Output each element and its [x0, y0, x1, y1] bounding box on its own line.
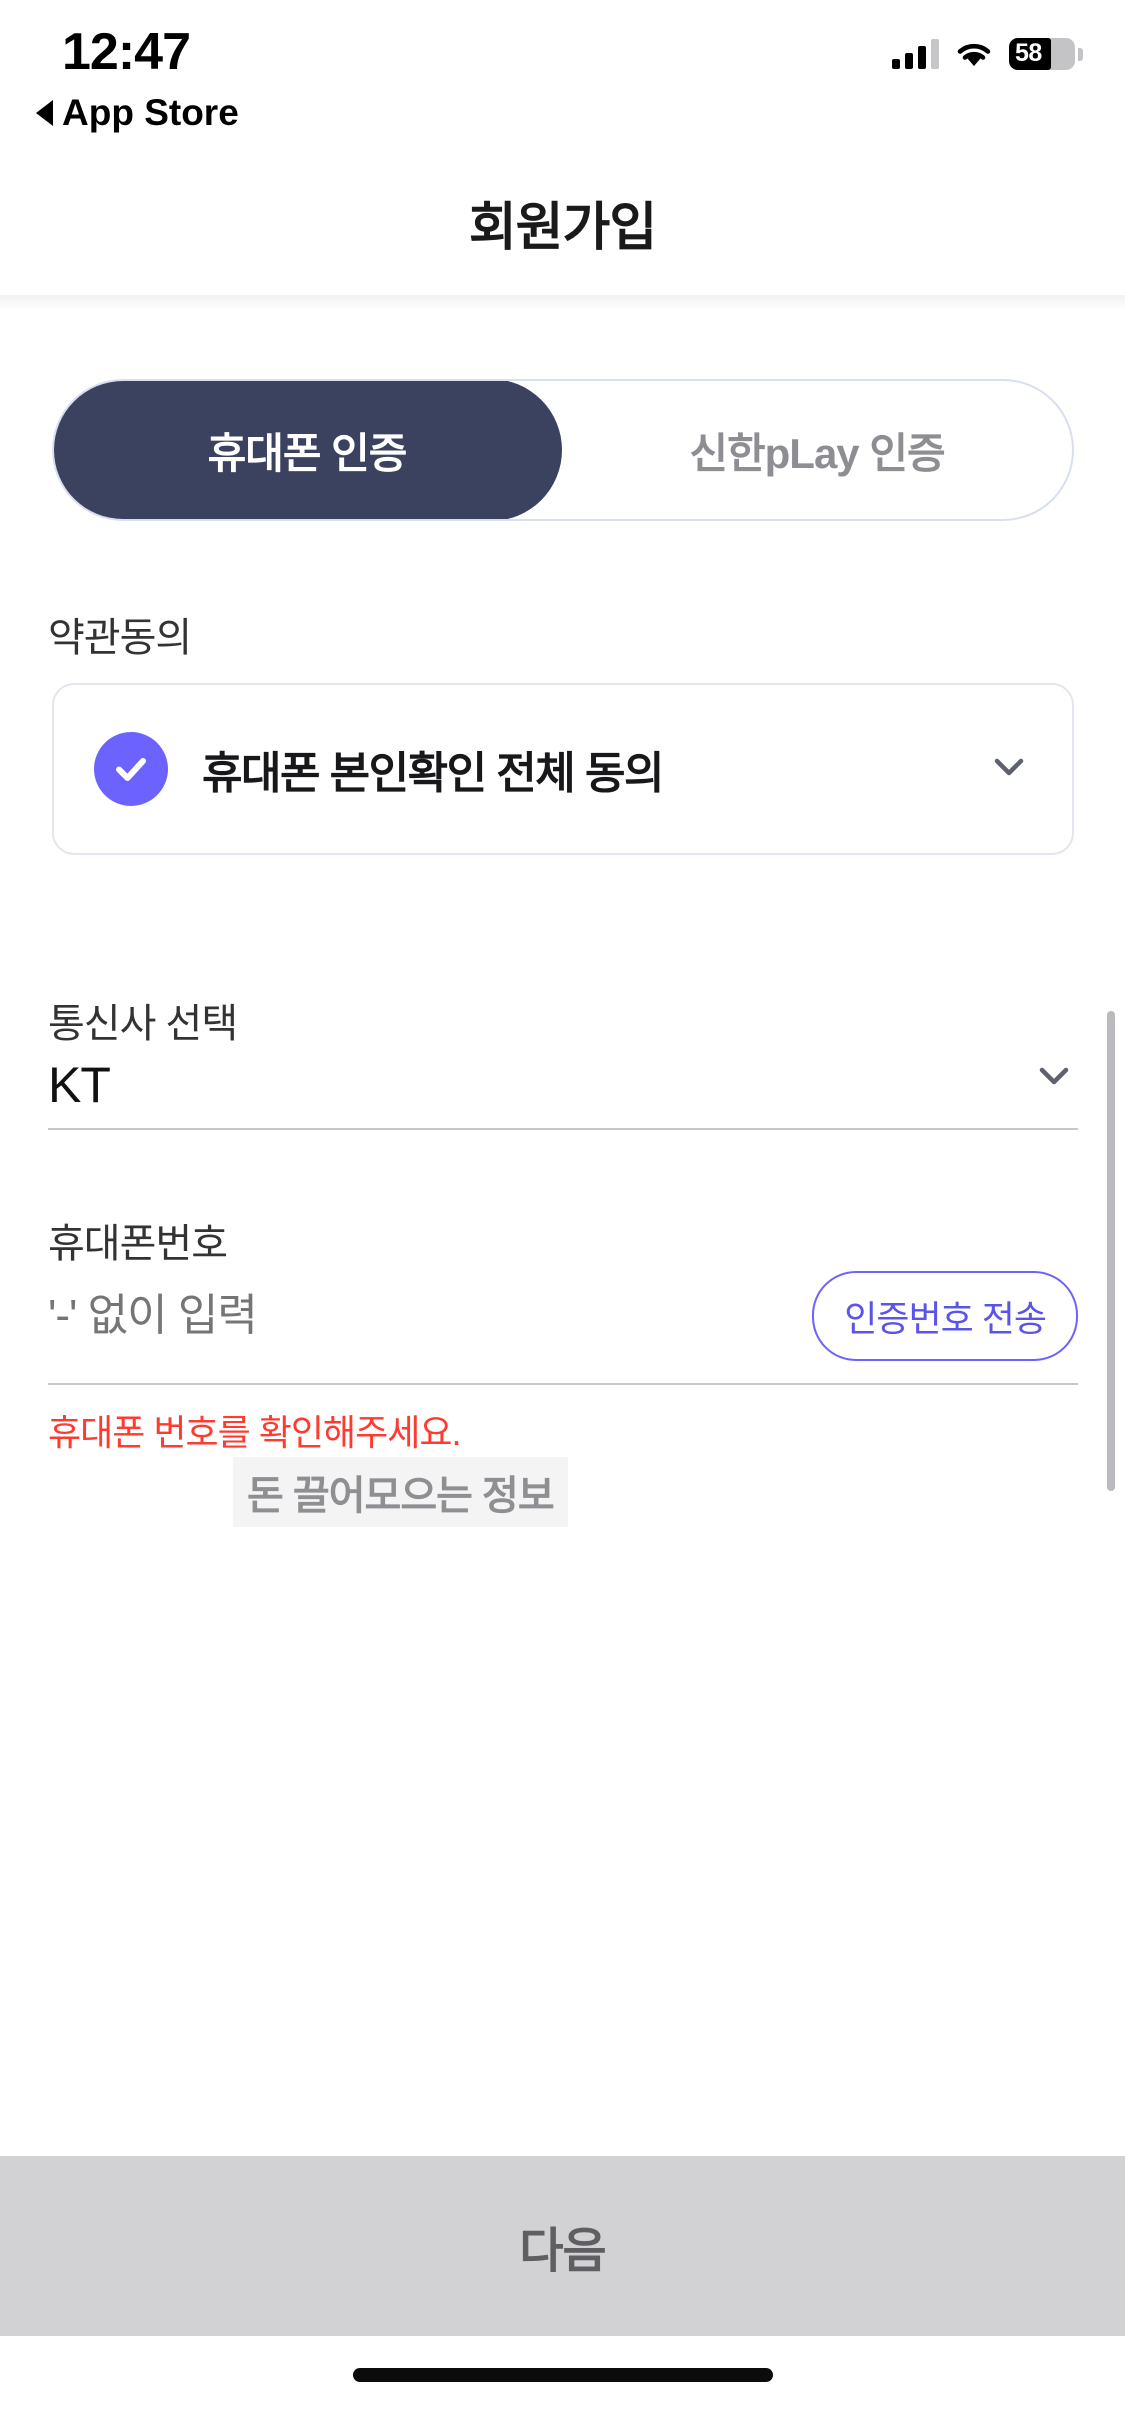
cellular-signal-icon: [892, 39, 939, 69]
header-divider: [0, 295, 1125, 311]
main-content: 휴대폰 인증 신한pLay 인증 약관동의 휴대폰 본인확인 전체 동의 통신사…: [0, 311, 1125, 2156]
check-circle-icon[interactable]: [94, 732, 168, 806]
agree-all-label: 휴대폰 본인확인 전체 동의: [202, 749, 664, 798]
app-screen: 12:47 App Store 58 회원가입 휴대폰 인증 신한pLay 인증…: [0, 0, 1125, 2436]
carrier-select[interactable]: KT: [48, 1051, 1078, 1130]
tab-shinhan-play-auth[interactable]: 신한pLay 인증: [562, 381, 1072, 519]
back-link-label: App Store: [62, 92, 239, 133]
auth-method-tabs: 휴대폰 인증 신한pLay 인증: [52, 379, 1074, 521]
phone-number-field-row: 인증번호 전송: [48, 1271, 1078, 1385]
agree-all-card[interactable]: 휴대폰 본인확인 전체 동의: [52, 683, 1074, 855]
home-indicator-area: [0, 2336, 1125, 2436]
page-header: 회원가입: [0, 150, 1125, 295]
next-button-label: 다음: [519, 2225, 606, 2278]
home-indicator[interactable]: [352, 2368, 773, 2382]
chevron-down-icon[interactable]: [1030, 1051, 1078, 1104]
wifi-icon: [954, 39, 994, 69]
battery-percent-label: 58: [1015, 39, 1042, 67]
watermark-overlay: 돈 끌어모으는 정보: [233, 1457, 568, 1527]
phone-error-message: 휴대폰 번호를 확인해주세요.: [48, 1412, 461, 1453]
status-bar-time: 12:47: [62, 23, 191, 81]
phone-section-label: 휴대폰번호: [48, 1222, 228, 1266]
page-title: 회원가입: [468, 199, 657, 257]
carrier-selected-value: KT: [48, 1057, 111, 1113]
tab-phone-auth[interactable]: 휴대폰 인증: [54, 381, 562, 519]
triangle-left-icon: [36, 100, 53, 126]
terms-section-label: 약관동의: [48, 616, 192, 660]
battery-icon: 58: [1009, 38, 1083, 70]
status-bar-indicators: 58: [892, 38, 1083, 70]
chevron-down-icon[interactable]: [986, 744, 1032, 795]
next-button[interactable]: 다음: [0, 2156, 1125, 2336]
back-to-app-store-link[interactable]: App Store: [36, 92, 239, 134]
send-verification-code-button[interactable]: 인증번호 전송: [812, 1271, 1078, 1361]
vertical-scrollbar[interactable]: [1107, 1011, 1115, 1491]
status-bar: 12:47 App Store 58: [0, 0, 1125, 140]
carrier-section-label: 통신사 선택: [48, 1002, 238, 1046]
phone-number-input[interactable]: [48, 1291, 668, 1341]
